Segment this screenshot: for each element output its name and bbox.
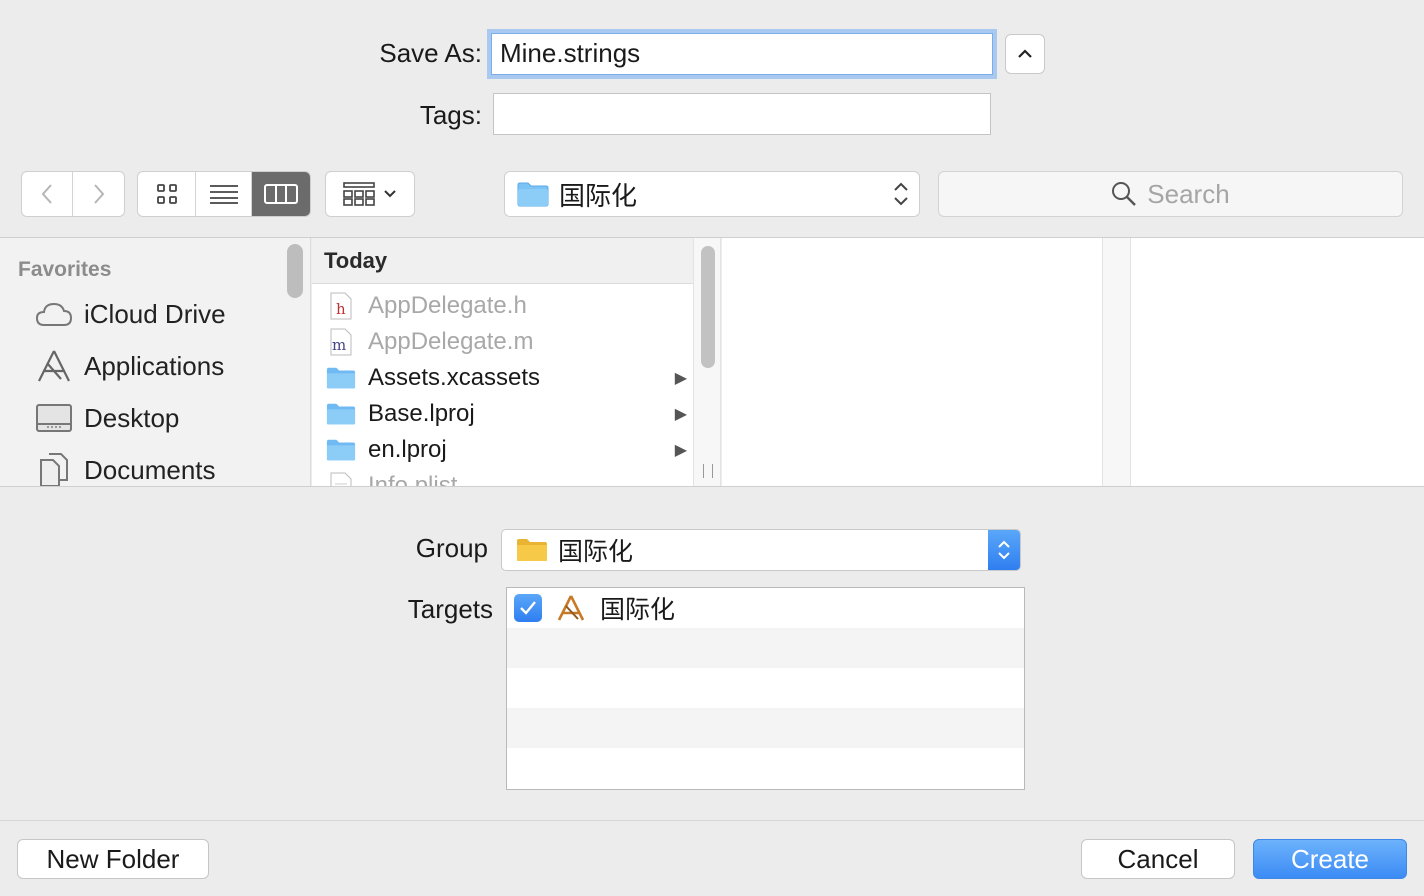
new-folder-button[interactable]: New Folder (17, 839, 209, 879)
folder-icon (517, 182, 549, 207)
search-field[interactable]: Search (938, 171, 1403, 217)
save-as-field[interactable]: Mine.strings (491, 33, 993, 75)
targets-list: 国际化 (506, 587, 1025, 790)
target-empty-row (507, 748, 1024, 788)
file-name: Assets.xcassets (368, 364, 541, 391)
header-file-icon: h (326, 292, 356, 320)
file-name: Base.lproj (368, 400, 475, 427)
chevron-down-icon (384, 190, 396, 198)
disclosure-arrow-icon: ▶ (674, 370, 687, 387)
columns-icon (263, 184, 298, 204)
app-target-icon (556, 594, 586, 622)
file-row-appdelegate-m[interactable]: m AppDelegate.m (312, 324, 693, 360)
targets-label: Targets (407, 594, 493, 624)
disclosure-arrow-icon: ▶ (674, 442, 687, 459)
arrange-grid-icon (343, 182, 375, 206)
group-label: Group (415, 533, 488, 563)
list-icon (209, 185, 238, 204)
view-mode-control (137, 171, 311, 217)
folder-icon (517, 539, 547, 561)
documents-icon (34, 452, 74, 486)
target-name: 国际化 (600, 596, 676, 624)
sidebar-item-documents[interactable]: Documents (34, 444, 294, 486)
search-placeholder: Search (1147, 178, 1230, 209)
target-empty-row (507, 668, 1024, 708)
file-row-assets-xcassets[interactable]: Assets.xcassets ▶ (312, 360, 693, 396)
folder-icon (326, 365, 356, 391)
disclosure-arrow-icon: ▶ (674, 406, 687, 423)
folder-icon (326, 437, 356, 463)
cancel-button[interactable]: Cancel (1081, 839, 1235, 879)
file-row-base-lproj[interactable]: Base.lproj ▶ (312, 396, 693, 432)
location-label: 国际化 (559, 180, 638, 211)
updown-chevron-icon (998, 540, 1010, 560)
create-button[interactable]: Create (1253, 839, 1407, 879)
column-scrollbar-thumb[interactable] (701, 246, 715, 368)
file-row-en-lproj[interactable]: en.lproj ▶ (312, 432, 693, 468)
back-button[interactable] (22, 172, 74, 216)
browser-column-today: Today h AppDelegate.h m AppDelegate.m As… (312, 238, 693, 486)
column-divider[interactable] (1102, 238, 1131, 486)
sidebar: Favorites iCloud Drive Applications Desk… (0, 238, 311, 486)
back-forward-control (21, 171, 125, 217)
folder-icon (326, 401, 356, 427)
group-popup[interactable]: 国际化 (501, 529, 1021, 571)
file-name: en.lproj (368, 436, 447, 463)
tags-field[interactable] (493, 93, 991, 135)
svg-text:m: m (332, 336, 346, 354)
file-name: AppDelegate.m (368, 328, 534, 355)
updown-chevron-icon (894, 182, 908, 206)
tags-label: Tags: (419, 100, 482, 130)
target-row[interactable]: 国际化 (507, 588, 1024, 628)
column-resize-handle[interactable] (703, 464, 713, 478)
sidebar-item-applications[interactable]: Applications (34, 340, 294, 392)
file-browser: Favorites iCloud Drive Applications Desk… (0, 237, 1424, 487)
forward-button[interactable] (73, 172, 124, 216)
sidebar-item-label: Applications (84, 350, 225, 381)
target-empty-row (507, 708, 1024, 748)
list-view-button[interactable] (196, 172, 252, 216)
source-file-icon: m (326, 328, 356, 356)
sidebar-item-label: iCloud Drive (84, 298, 226, 329)
browser-column-empty-2 (1131, 238, 1424, 486)
chevron-up-icon (1018, 49, 1032, 58)
icon-view-button[interactable] (138, 172, 197, 216)
target-empty-row (507, 628, 1024, 668)
column-heading: Today (312, 238, 693, 284)
file-name: Info.plist (368, 472, 458, 487)
checkmark-icon (520, 601, 536, 615)
browser-column-empty-1 (722, 238, 1102, 486)
arrange-button[interactable] (325, 171, 415, 217)
bottom-divider (0, 820, 1424, 821)
grid-icon (156, 184, 177, 204)
location-popup[interactable]: 国际化 (504, 171, 920, 217)
file-row-appdelegate-h[interactable]: h AppDelegate.h (312, 288, 693, 324)
column-view-button[interactable] (251, 172, 310, 216)
sidebar-item-label: Documents (84, 454, 216, 485)
chevron-right-icon (93, 184, 104, 204)
cloud-icon (34, 301, 74, 327)
svg-text:h: h (336, 300, 346, 318)
search-icon (1112, 182, 1137, 206)
sidebar-item-label: Desktop (84, 402, 180, 433)
sidebar-item-icloud-drive[interactable]: iCloud Drive (34, 288, 294, 340)
collapse-button[interactable] (1005, 34, 1045, 74)
target-checkbox[interactable] (514, 594, 542, 622)
chevron-left-icon (41, 184, 52, 204)
plist-file-icon (326, 472, 356, 486)
file-row-info-plist[interactable]: Info.plist (312, 468, 693, 487)
sidebar-item-desktop[interactable]: Desktop (34, 392, 294, 444)
file-name: AppDelegate.h (368, 292, 527, 319)
favorites-heading: Favorites (18, 258, 112, 281)
save-as-label: Save As: (379, 38, 482, 68)
group-popup-stepper (988, 530, 1020, 570)
group-value: 国际化 (558, 538, 634, 566)
column-scrollbar-track (693, 238, 721, 486)
desktop-icon (34, 403, 74, 433)
applications-icon (34, 349, 74, 383)
